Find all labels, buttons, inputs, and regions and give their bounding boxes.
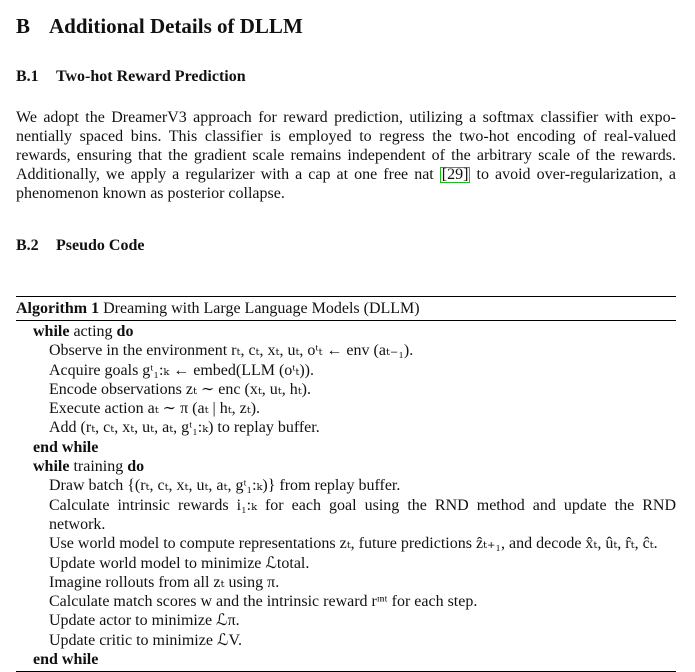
keyword: do	[116, 323, 134, 340]
paragraph-text: Additionally, we apply a regularizer wit…	[16, 166, 434, 183]
algo-line: Observe in the environment rₜ, cₜ, xₜ, u…	[49, 342, 414, 360]
algorithm-caption: Algorithm 1 Dreaming with Large Language…	[16, 297, 676, 320]
paragraph-line: We adopt the DreamerV3 approach for rewa…	[16, 109, 676, 126]
algo-line: Execute action aₜ ∼ π (aₜ | hₜ, zₜ).	[49, 400, 261, 418]
algo-line: Use world model to compute representatio…	[49, 535, 658, 553]
keyword: do	[127, 458, 145, 476]
algo-line: Update critic to minimize ℒV.	[49, 631, 242, 649]
algorithm-body: while acting do Observe in the environme…	[16, 321, 676, 671]
subsection-number: B.2	[16, 237, 39, 254]
algo-line: Update world model to minimize ℒtotal.	[49, 554, 310, 572]
algo-line: while training do	[16, 457, 676, 476]
algo-line-part: Calculate intrinsic rewards i₁:ₖ for eac…	[49, 496, 676, 514]
algo-line: Calculate intrinsic rewards i₁:ₖ for eac…	[16, 496, 676, 535]
algorithm-box: Algorithm 1 Dreaming with Large Language…	[16, 296, 676, 672]
condition: acting	[73, 323, 113, 340]
paragraph-text: to avoid over-regularization, a	[476, 166, 677, 183]
algo-line: end while	[33, 438, 99, 456]
algorithm-title: Dreaming with Large Language Models (DLL…	[103, 300, 420, 317]
algo-line: end while	[33, 651, 99, 669]
algo-line: Encode observations zₜ ∼ enc (xₜ, uₜ, hₜ…	[49, 380, 311, 398]
section-title: Additional Details of DLLM	[49, 14, 303, 38]
subsection-heading-b2: B.2 Pseudo Code	[16, 237, 144, 255]
algorithm-label: Algorithm 1	[16, 300, 100, 317]
algo-line: Imagine rollouts from all zₜ using π.	[49, 573, 280, 591]
algo-line: Draw batch {(rₜ, cₜ, xₜ, uₜ, aₜ, gᵗ₁:ₖ)}…	[49, 477, 401, 495]
subsection-number: B.1	[16, 68, 39, 85]
algo-line: Acquire goals gᵗ₁:ₖ ← embed(LLM (oᵗₜ)).	[49, 361, 314, 379]
paragraph-line: Additionally, we apply a regularizer wit…	[16, 165, 676, 184]
algo-line-part: network.	[49, 515, 106, 533]
algo-line: while acting do	[16, 322, 676, 341]
subsection-title: Two-hot Reward Prediction	[56, 68, 246, 85]
keyword: while	[33, 323, 70, 340]
condition: training	[73, 458, 124, 476]
keyword: while	[33, 458, 70, 476]
section-heading: B Additional Details of DLLM	[16, 14, 303, 39]
paragraph-line: rewards, ensuring that the gradient scal…	[16, 147, 676, 164]
algo-line: Calculate match scores w and the intrins…	[49, 593, 478, 611]
algo-line: Update actor to minimize ℒπ.	[49, 612, 240, 630]
paragraph-line: nentially spaced bins. This classifier i…	[16, 128, 676, 145]
section-number: B	[16, 14, 31, 38]
paragraph-line: phenomenon known as posterior collapse.	[16, 185, 285, 202]
subsection-heading-b1: B.1 Two-hot Reward Prediction	[16, 68, 246, 86]
subsection-title: Pseudo Code	[56, 237, 145, 254]
algo-line: Add (rₜ, cₜ, xₜ, uₜ, aₜ, gᵗ₁:ₖ) to repla…	[49, 419, 320, 437]
citation-link[interactable]: [29]	[439, 167, 471, 183]
reward-prediction-paragraph: We adopt the DreamerV3 approach for rewa…	[16, 108, 676, 203]
